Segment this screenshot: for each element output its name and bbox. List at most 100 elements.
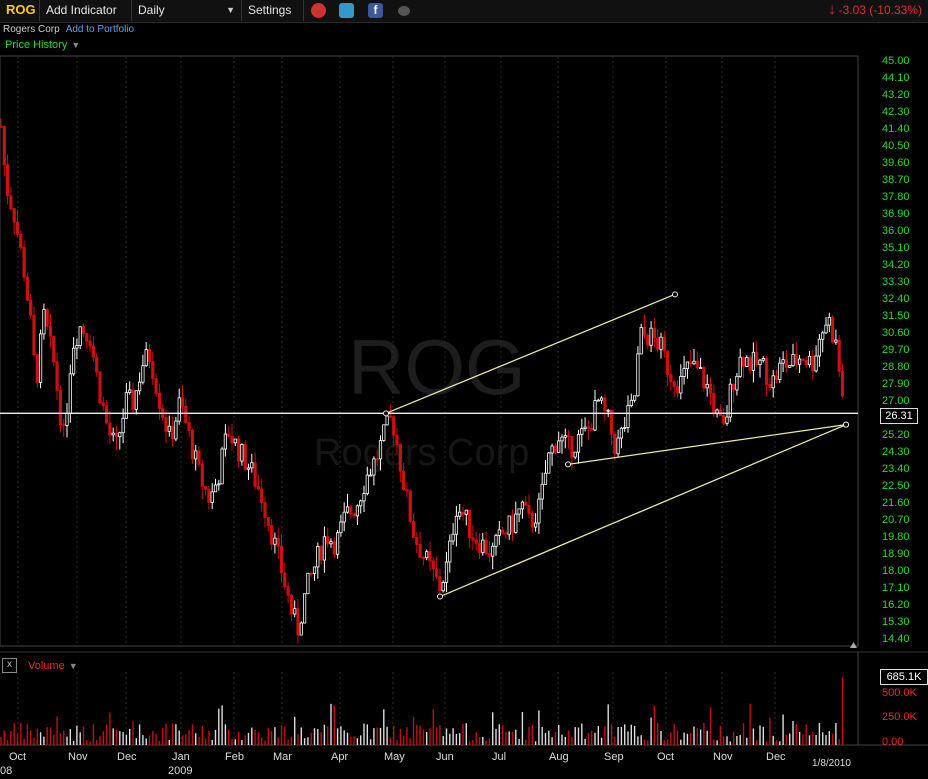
candle-body <box>170 425 175 440</box>
candle-body <box>834 339 838 343</box>
candle-body <box>98 371 102 404</box>
candle-body <box>636 353 640 397</box>
candle-body <box>184 405 188 423</box>
candle-body <box>560 436 564 442</box>
price-tick-label: 24.30 <box>882 446 910 458</box>
candle-body <box>322 536 327 561</box>
candle-body <box>738 356 742 377</box>
candle-body <box>220 448 224 485</box>
candle-body <box>233 438 237 444</box>
candle-body <box>514 513 518 533</box>
candle-body <box>504 532 508 535</box>
candle-body <box>147 349 152 362</box>
volume-dropdown[interactable]: Volume ▼ <box>28 660 78 672</box>
candle-body <box>329 541 333 545</box>
candle-body <box>137 381 142 392</box>
candle-body <box>471 537 475 541</box>
candle-body <box>441 581 445 592</box>
candle-body <box>794 354 798 365</box>
volume-tick-label: 250.0K <box>882 711 917 723</box>
price-tick-label: 36.00 <box>882 225 910 237</box>
candle-body <box>827 317 831 326</box>
candle-body <box>154 378 158 394</box>
trendline-handle <box>843 421 849 428</box>
candle-body <box>576 434 581 453</box>
candle-body <box>81 326 86 334</box>
candle-body <box>448 540 452 563</box>
price-tick-label: 32.40 <box>882 293 910 305</box>
price-tick-label: 16.20 <box>882 599 910 611</box>
close-panel-icon[interactable]: x <box>2 658 17 673</box>
candle-body <box>702 367 706 389</box>
candle-body <box>467 509 472 539</box>
candle-body <box>444 561 449 583</box>
candle-body <box>151 361 155 380</box>
price-tick-label: 45.00 <box>882 55 910 67</box>
candle-body <box>283 572 287 587</box>
candle-body <box>134 390 138 410</box>
candle-body <box>118 432 122 438</box>
price-tick-label: 15.30 <box>882 616 910 628</box>
candle-body <box>431 560 435 570</box>
candle-body <box>362 493 366 502</box>
candle-body <box>527 504 531 514</box>
candle-body <box>187 422 191 431</box>
candle-body <box>253 462 257 487</box>
candle-body <box>798 358 802 365</box>
volume-tick-label: 0.00 <box>882 736 904 748</box>
candle-body <box>679 376 683 394</box>
candle-body <box>124 392 128 419</box>
candle-body <box>745 357 749 367</box>
candle-body <box>524 501 528 506</box>
price-tick-label: 33.30 <box>882 276 910 288</box>
candle-body <box>708 384 713 394</box>
candle-body <box>32 314 36 356</box>
candle-body <box>335 532 340 555</box>
candle-body <box>223 433 227 450</box>
candle-body <box>600 397 604 401</box>
candle-body <box>758 359 762 366</box>
candle-body <box>689 361 693 365</box>
candle-body <box>705 384 709 389</box>
price-tick-label: 22.50 <box>882 480 910 492</box>
price-tick-label: 18.90 <box>882 548 910 560</box>
price-tick-label: 40.50 <box>882 140 910 152</box>
month-tick-label: Oct <box>657 751 675 763</box>
candle-body <box>319 546 323 561</box>
candle-body <box>45 309 49 327</box>
candle-body <box>537 498 541 524</box>
candle-body <box>227 433 231 437</box>
trendline <box>567 424 847 465</box>
price-tick-label: 42.30 <box>882 106 910 118</box>
candle-body <box>547 452 551 474</box>
month-tick-label: Nov <box>713 751 733 763</box>
candle-body <box>761 358 765 361</box>
candle-body <box>365 474 369 494</box>
candle-body <box>293 608 297 615</box>
triangle-down-icon: ▼ <box>68 661 78 671</box>
candle-body <box>642 327 647 336</box>
candle-body <box>774 375 779 380</box>
candle-body <box>659 336 663 350</box>
candle-body <box>438 575 442 592</box>
price-tick-label: 29.70 <box>882 344 910 356</box>
candle-body <box>675 386 680 394</box>
candle-body <box>345 506 350 513</box>
candle-body <box>662 336 666 352</box>
candle-body <box>751 351 756 371</box>
candle-body <box>596 399 600 402</box>
edge-year-label: 08 <box>0 765 13 777</box>
candle-body <box>553 445 558 453</box>
price-tick-label: 35.10 <box>882 242 910 254</box>
candle-body <box>121 417 125 434</box>
candle-body <box>606 409 610 412</box>
candle-body <box>616 437 620 455</box>
candle-body <box>837 339 841 372</box>
price-tick-label: 34.20 <box>882 259 910 271</box>
candle-body <box>194 450 198 460</box>
candle-body <box>401 470 406 490</box>
candle-body <box>728 383 732 418</box>
scroll-up-icon <box>850 642 857 648</box>
candle-body <box>48 325 53 337</box>
volume-tick-label: 500.0K <box>882 687 917 699</box>
